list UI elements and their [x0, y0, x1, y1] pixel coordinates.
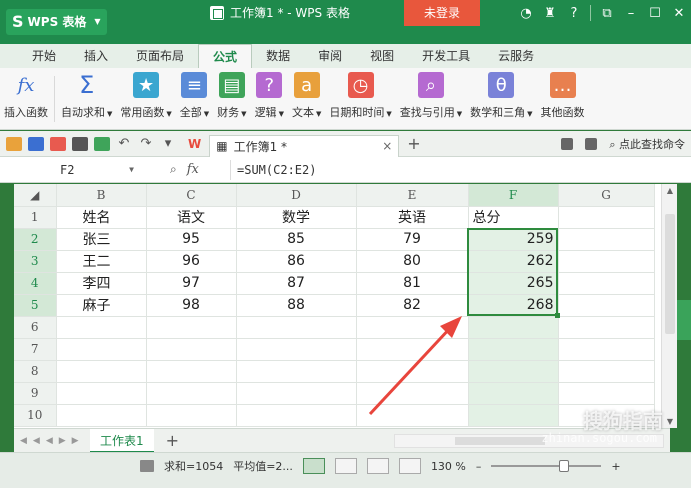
reading-mode-button[interactable]: [398, 458, 421, 474]
add-sheet-button[interactable]: +: [166, 431, 179, 450]
calculator-icon: [140, 460, 154, 472]
arrow-shaft: [368, 324, 454, 416]
zoom-in-button[interactable]: +: [611, 460, 620, 473]
status-content: 求和=1054 平均值=2... 130 % – +: [140, 457, 621, 475]
zoom-slider-knob[interactable]: [559, 460, 570, 472]
sheet-tab-1[interactable]: 工作表1: [90, 428, 154, 453]
scroll-thumb[interactable]: [455, 437, 545, 445]
status-bar: 求和=1054 平均值=2... 130 % – +: [0, 452, 691, 488]
sheet-nav-arrows[interactable]: ◀◀◀▶▶: [14, 436, 90, 446]
status-sum: 求和=1054: [164, 460, 224, 473]
status-average: 平均值=2...: [233, 460, 293, 473]
zoom-slider[interactable]: [491, 460, 602, 472]
watermark-url: zhinan.sogou.com: [541, 431, 657, 445]
zoom-out-button[interactable]: –: [476, 460, 482, 473]
zoom-level[interactable]: 130 %: [431, 460, 466, 473]
watermark-logo: 搜狗指南: [583, 409, 663, 433]
page-layout-view-button[interactable]: [366, 458, 389, 474]
page-break-view-button[interactable]: [334, 458, 357, 474]
normal-view-button[interactable]: [302, 458, 325, 474]
